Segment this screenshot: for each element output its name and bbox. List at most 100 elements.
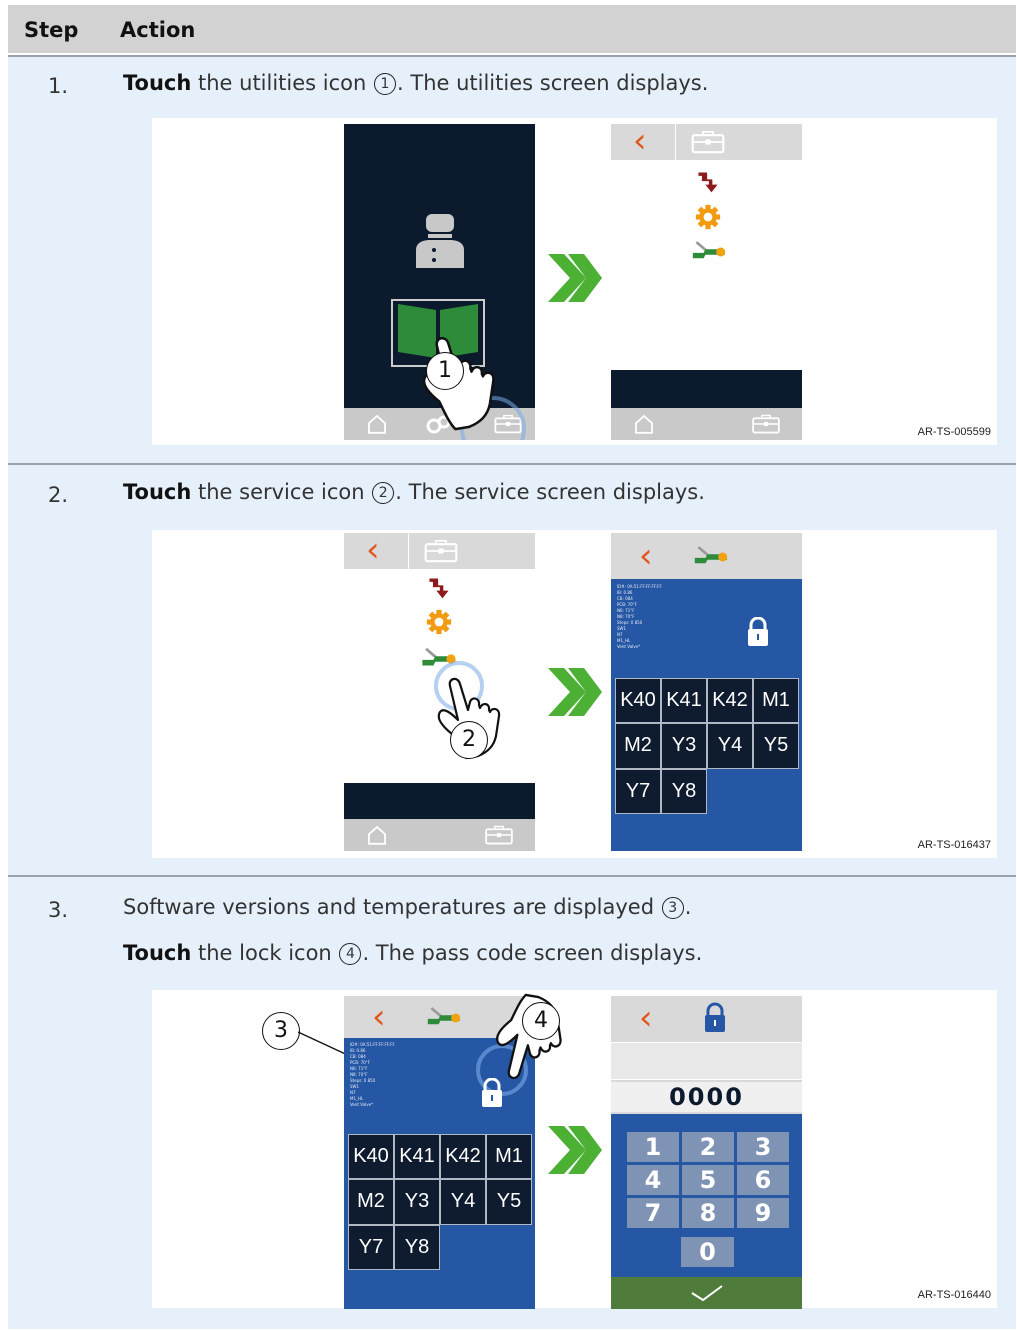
service-screen: ‹ ID#: 0A:51:FF:FF:FF:FF IB: 0.86 CB: 08… bbox=[611, 533, 802, 851]
drain-icon[interactable] bbox=[426, 575, 452, 601]
figure-reference: AR-TS-005599 bbox=[917, 426, 991, 438]
step-instruction: Touch the lock icon 4. The pass code scr… bbox=[123, 941, 702, 965]
service-wrench-icon[interactable] bbox=[691, 240, 727, 264]
step-row-1: 1. Touch the utilities icon 1. The utili… bbox=[8, 55, 1016, 463]
emphasis-touch: Touch bbox=[123, 71, 192, 95]
chef-icon bbox=[416, 214, 464, 268]
description-text: Software versions and temperatures are d… bbox=[123, 895, 655, 919]
service-button-y5[interactable]: Y5 bbox=[486, 1179, 532, 1225]
service-button-k41[interactable]: K41 bbox=[394, 1134, 440, 1180]
home-icon[interactable] bbox=[633, 413, 655, 435]
service-wrench-icon bbox=[426, 1006, 462, 1030]
step-instruction: Touch the service icon 2. The service sc… bbox=[123, 480, 705, 504]
service-button-m2[interactable]: M2 bbox=[615, 723, 661, 769]
instruction-text: the utilities icon bbox=[198, 71, 367, 95]
lock-icon bbox=[703, 1002, 727, 1034]
utilities-icon[interactable] bbox=[484, 825, 514, 845]
emphasis-touch: Touch bbox=[123, 941, 192, 965]
key-2[interactable]: 2 bbox=[682, 1132, 734, 1162]
instruction-result: . The service screen displays. bbox=[395, 480, 705, 504]
next-arrow-icon bbox=[544, 660, 604, 724]
service-button-k40[interactable]: K40 bbox=[348, 1134, 394, 1180]
key-8[interactable]: 8 bbox=[682, 1198, 734, 1228]
callout-number: 3 bbox=[661, 897, 684, 919]
utilities-icon bbox=[424, 538, 458, 564]
step-number: 1. bbox=[48, 74, 69, 98]
service-button-y5[interactable]: Y5 bbox=[753, 723, 799, 769]
home-icon[interactable] bbox=[366, 824, 388, 846]
callout-3: 3 bbox=[262, 1012, 300, 1050]
service-button-m1[interactable]: M1 bbox=[753, 678, 799, 724]
instruction-result: . The pass code screen displays. bbox=[362, 941, 703, 965]
service-button-y3[interactable]: Y3 bbox=[661, 723, 707, 769]
back-arrow-icon[interactable]: ‹ bbox=[639, 539, 653, 573]
back-arrow-icon[interactable]: ‹ bbox=[372, 1000, 386, 1034]
step-number: 3. bbox=[48, 898, 69, 922]
figure-reference: AR-TS-016437 bbox=[917, 839, 991, 851]
service-button-k41[interactable]: K41 bbox=[661, 678, 707, 724]
instruction-text: the service icon bbox=[198, 480, 365, 504]
instruction-text: the lock icon bbox=[198, 941, 332, 965]
step-row-3: 3. Software versions and temperatures ar… bbox=[8, 875, 1016, 1329]
info-readout: ID#: 0A:51:FF:FF:FF:FF IB: 0.86 CB: 084 … bbox=[617, 584, 662, 649]
callout-4: 4 bbox=[522, 1002, 560, 1040]
service-wrench-icon bbox=[693, 545, 729, 569]
checkmark-icon bbox=[691, 1285, 723, 1302]
service-button-k40[interactable]: K40 bbox=[615, 678, 661, 724]
title-bar: ‹ bbox=[344, 533, 535, 569]
key-9[interactable]: 9 bbox=[737, 1198, 789, 1228]
confirm-button[interactable] bbox=[611, 1277, 802, 1309]
key-7[interactable]: 7 bbox=[627, 1198, 679, 1228]
utilities-icon bbox=[691, 129, 725, 155]
drain-icon[interactable] bbox=[695, 169, 721, 195]
utilities-icon[interactable] bbox=[751, 414, 781, 434]
service-button-k42[interactable]: K42 bbox=[707, 678, 753, 724]
service-button-m2[interactable]: M2 bbox=[348, 1179, 394, 1225]
bottom-bar bbox=[611, 408, 802, 440]
title-bar: ‹ bbox=[611, 124, 802, 160]
key-5[interactable]: 5 bbox=[682, 1165, 734, 1195]
callout-number: 1 bbox=[374, 73, 397, 95]
service-button-y8[interactable]: Y8 bbox=[661, 768, 707, 814]
callout-number: 2 bbox=[372, 482, 395, 504]
step-description: Software versions and temperatures are d… bbox=[123, 895, 691, 919]
back-arrow-icon[interactable]: ‹ bbox=[366, 533, 380, 567]
service-button-k42[interactable]: K42 bbox=[440, 1134, 486, 1180]
title-bar: ‹ bbox=[611, 533, 802, 579]
service-buttons-grid: K40 K41 K42 M1 M2 Y3 Y4 Y5 Y7 Y8 bbox=[615, 678, 799, 814]
service-buttons-grid: K40 K41 K42 M1 M2 Y3 Y4 Y5 Y7 Y8 bbox=[348, 1134, 532, 1270]
key-3[interactable]: 3 bbox=[737, 1132, 789, 1162]
dark-strip bbox=[611, 370, 802, 408]
lock-icon[interactable] bbox=[746, 617, 770, 647]
utilities-screen: ‹ 2 bbox=[344, 533, 535, 851]
title-bar: ‹ bbox=[611, 996, 802, 1040]
illustration-panel: 3 ‹ ID#: 0A:51:FF:FF:FF:FF IB: 0.86 CB: … bbox=[152, 990, 997, 1309]
description-end: . bbox=[684, 895, 692, 919]
key-6[interactable]: 6 bbox=[737, 1165, 789, 1195]
passcode-entry-field[interactable] bbox=[611, 1042, 802, 1080]
service-button-m1[interactable]: M1 bbox=[486, 1134, 532, 1180]
info-readout: ID#: 0A:51:FF:FF:FF:FF IB: 0.86 CB: 084 … bbox=[350, 1042, 395, 1107]
figure-reference: AR-TS-016440 bbox=[917, 1289, 991, 1301]
settings-gear-icon[interactable] bbox=[426, 609, 452, 635]
service-button-y4[interactable]: Y4 bbox=[440, 1179, 486, 1225]
service-button-y4[interactable]: Y4 bbox=[707, 723, 753, 769]
key-4[interactable]: 4 bbox=[627, 1165, 679, 1195]
service-button-y3[interactable]: Y3 bbox=[394, 1179, 440, 1225]
service-button-y7[interactable]: Y7 bbox=[615, 768, 661, 814]
back-arrow-icon[interactable]: ‹ bbox=[639, 1001, 653, 1035]
dark-strip bbox=[344, 783, 535, 819]
back-arrow-icon[interactable]: ‹ bbox=[633, 124, 647, 158]
bottom-bar bbox=[344, 819, 535, 851]
key-0[interactable]: 0 bbox=[681, 1237, 734, 1267]
step-number: 2. bbox=[48, 483, 69, 507]
table-header: Step Action bbox=[8, 5, 1016, 53]
keypad-area: 1 2 3 4 5 6 7 8 9 0 bbox=[611, 1114, 802, 1280]
illustration-panel: 1 ‹ AR-TS-005599 bbox=[152, 118, 997, 445]
service-button-y8[interactable]: Y8 bbox=[394, 1224, 440, 1270]
column-header-action: Action bbox=[120, 18, 196, 42]
service-button-y7[interactable]: Y7 bbox=[348, 1224, 394, 1270]
settings-gear-icon[interactable] bbox=[695, 204, 721, 230]
home-icon[interactable] bbox=[366, 413, 388, 435]
key-1[interactable]: 1 bbox=[627, 1132, 679, 1162]
